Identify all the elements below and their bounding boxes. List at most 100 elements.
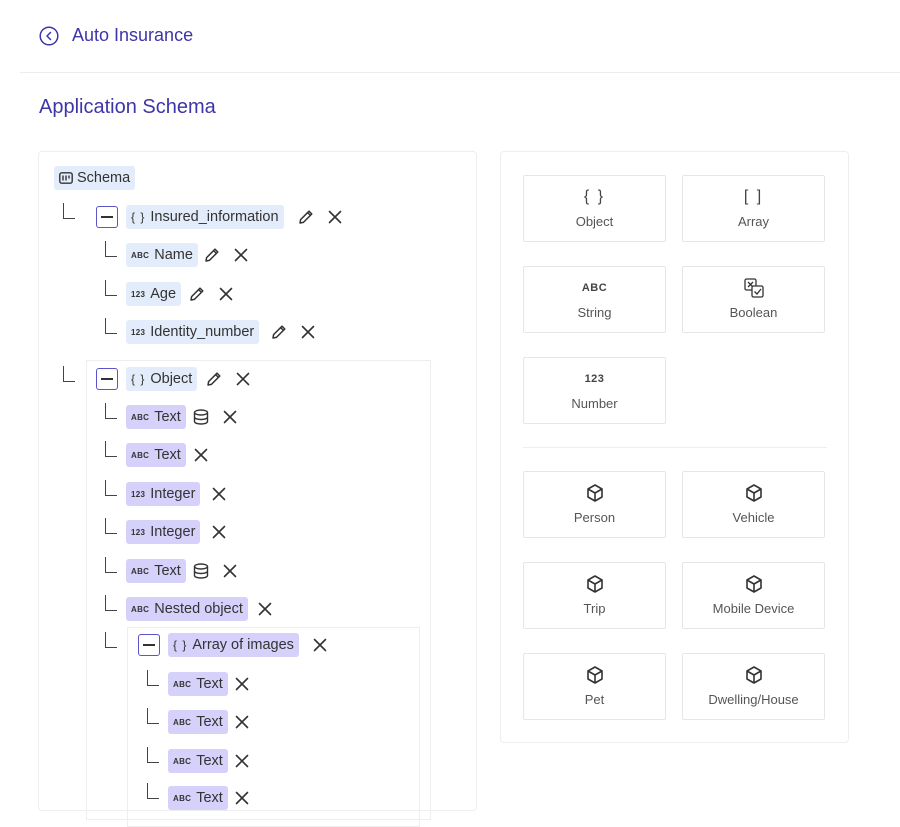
entity-card-person[interactable]: Person xyxy=(523,471,666,538)
abc-icon: ABC xyxy=(581,282,608,294)
string-type-icon: ABC xyxy=(131,412,150,422)
field-node-name[interactable]: ABC Name xyxy=(126,243,198,267)
close-icon[interactable] xyxy=(192,446,210,464)
field-node-text[interactable]: ABC Text xyxy=(168,710,228,734)
close-icon[interactable] xyxy=(326,208,344,226)
node-label: Object xyxy=(150,371,193,387)
database-icon[interactable] xyxy=(192,562,210,580)
node-label: Insured_information xyxy=(150,209,279,225)
number-icon: 123 xyxy=(584,373,605,385)
database-icon[interactable] xyxy=(192,408,210,426)
node-label: Array of images xyxy=(192,637,294,653)
collapse-button[interactable] xyxy=(96,368,118,390)
tree-connector xyxy=(147,747,159,763)
close-icon[interactable] xyxy=(233,752,251,770)
object-type-icon: { } xyxy=(131,372,146,386)
object-type-icon: { } xyxy=(131,210,146,224)
close-icon[interactable] xyxy=(221,408,239,426)
entity-card-trip[interactable]: Trip xyxy=(523,562,666,629)
close-icon[interactable] xyxy=(221,562,239,580)
node-label: Text xyxy=(196,676,223,692)
field-node-identity-number[interactable]: 123 Identity_number xyxy=(126,320,260,344)
pencil-icon[interactable] xyxy=(205,370,223,388)
string-type-icon: ABC xyxy=(173,717,192,727)
cube-icon xyxy=(585,665,605,685)
cube-icon xyxy=(744,483,764,503)
type-card-label: String xyxy=(577,305,612,320)
pencil-icon[interactable] xyxy=(203,246,221,264)
field-node-text[interactable]: ABC Text xyxy=(126,443,186,467)
field-node-nested-object[interactable]: ABC Nested object xyxy=(126,597,248,621)
close-icon[interactable] xyxy=(233,789,251,807)
tree-connector xyxy=(105,280,117,296)
entity-card-dwelling-house[interactable]: Dwelling/House xyxy=(682,653,825,720)
field-node-integer[interactable]: 123 Integer xyxy=(126,520,201,544)
field-node-text[interactable]: ABC Text xyxy=(168,749,228,773)
close-icon[interactable] xyxy=(299,323,317,341)
close-icon[interactable] xyxy=(210,485,228,503)
node-label: Identity_number xyxy=(150,324,255,340)
type-card-array[interactable]: [ ] Array xyxy=(682,175,825,242)
type-card-boolean[interactable]: Boolean xyxy=(682,266,825,333)
tree-connector xyxy=(147,670,159,686)
top-bar: Auto Insurance xyxy=(0,0,900,72)
field-node-text[interactable]: ABC Text xyxy=(126,405,186,429)
close-icon[interactable] xyxy=(234,370,252,388)
pencil-icon[interactable] xyxy=(297,208,315,226)
boolean-icon xyxy=(743,277,765,299)
entity-card-vehicle[interactable]: Vehicle xyxy=(682,471,825,538)
type-card-label: Number xyxy=(571,396,618,411)
array-of-images-node[interactable]: { } Array of images xyxy=(168,633,299,657)
back-icon[interactable] xyxy=(39,26,59,46)
close-icon[interactable] xyxy=(217,285,235,303)
type-card-string[interactable]: ABC String xyxy=(523,266,666,333)
type-card-label: Array xyxy=(737,214,770,229)
schema-root-label: Schema xyxy=(77,170,131,186)
pencil-icon[interactable] xyxy=(188,285,206,303)
close-icon[interactable] xyxy=(256,600,274,618)
page-title: Application Schema xyxy=(39,96,216,118)
number-type-icon: 123 xyxy=(131,527,146,537)
field-node-text[interactable]: ABC Text xyxy=(126,559,186,583)
insured-information-node[interactable]: { } Insured_information xyxy=(126,205,284,229)
entity-card-pet[interactable]: Pet xyxy=(523,653,666,720)
object-node[interactable]: { } Object xyxy=(126,367,198,391)
schema-root[interactable]: Schema xyxy=(54,166,136,190)
cube-icon xyxy=(744,665,764,685)
close-icon[interactable] xyxy=(311,636,329,654)
close-icon[interactable] xyxy=(210,523,228,541)
type-card-number[interactable]: 123 Number xyxy=(523,357,666,424)
tree-connector xyxy=(147,783,159,799)
entity-card-label: Person xyxy=(573,510,616,525)
field-node-age[interactable]: 123 Age xyxy=(126,282,182,306)
entity-card-label: Dwelling/House xyxy=(708,692,799,707)
tree-connector xyxy=(105,318,117,334)
pencil-icon[interactable] xyxy=(270,323,288,341)
field-node-integer[interactable]: 123 Integer xyxy=(126,482,201,506)
cube-icon xyxy=(585,483,605,503)
tree-connector xyxy=(63,366,75,382)
entity-card-label: Trip xyxy=(583,601,606,616)
string-type-icon: ABC xyxy=(173,756,192,766)
tree-connector xyxy=(105,595,117,611)
string-type-icon: ABC xyxy=(131,604,150,614)
close-icon[interactable] xyxy=(233,713,251,731)
node-label: Text xyxy=(196,753,223,769)
close-icon[interactable] xyxy=(233,675,251,693)
back-title[interactable]: Auto Insurance xyxy=(72,25,193,46)
node-label: Integer xyxy=(150,486,196,502)
tree-connector xyxy=(105,403,117,419)
type-card-object[interactable]: { } Object xyxy=(523,175,666,242)
string-type-icon: ABC xyxy=(173,679,192,689)
braces-icon: { } xyxy=(583,188,606,205)
collapse-button[interactable] xyxy=(96,206,118,228)
field-node-text[interactable]: ABC Text xyxy=(168,786,228,810)
close-icon[interactable] xyxy=(232,246,250,264)
string-type-icon: ABC xyxy=(131,566,150,576)
tree-connector xyxy=(147,708,159,724)
entity-card-label: Mobile Device xyxy=(712,601,795,616)
collapse-button[interactable] xyxy=(138,634,160,656)
entity-card-mobile-device[interactable]: Mobile Device xyxy=(682,562,825,629)
node-label: Text xyxy=(196,790,223,806)
field-node-text[interactable]: ABC Text xyxy=(168,672,228,696)
